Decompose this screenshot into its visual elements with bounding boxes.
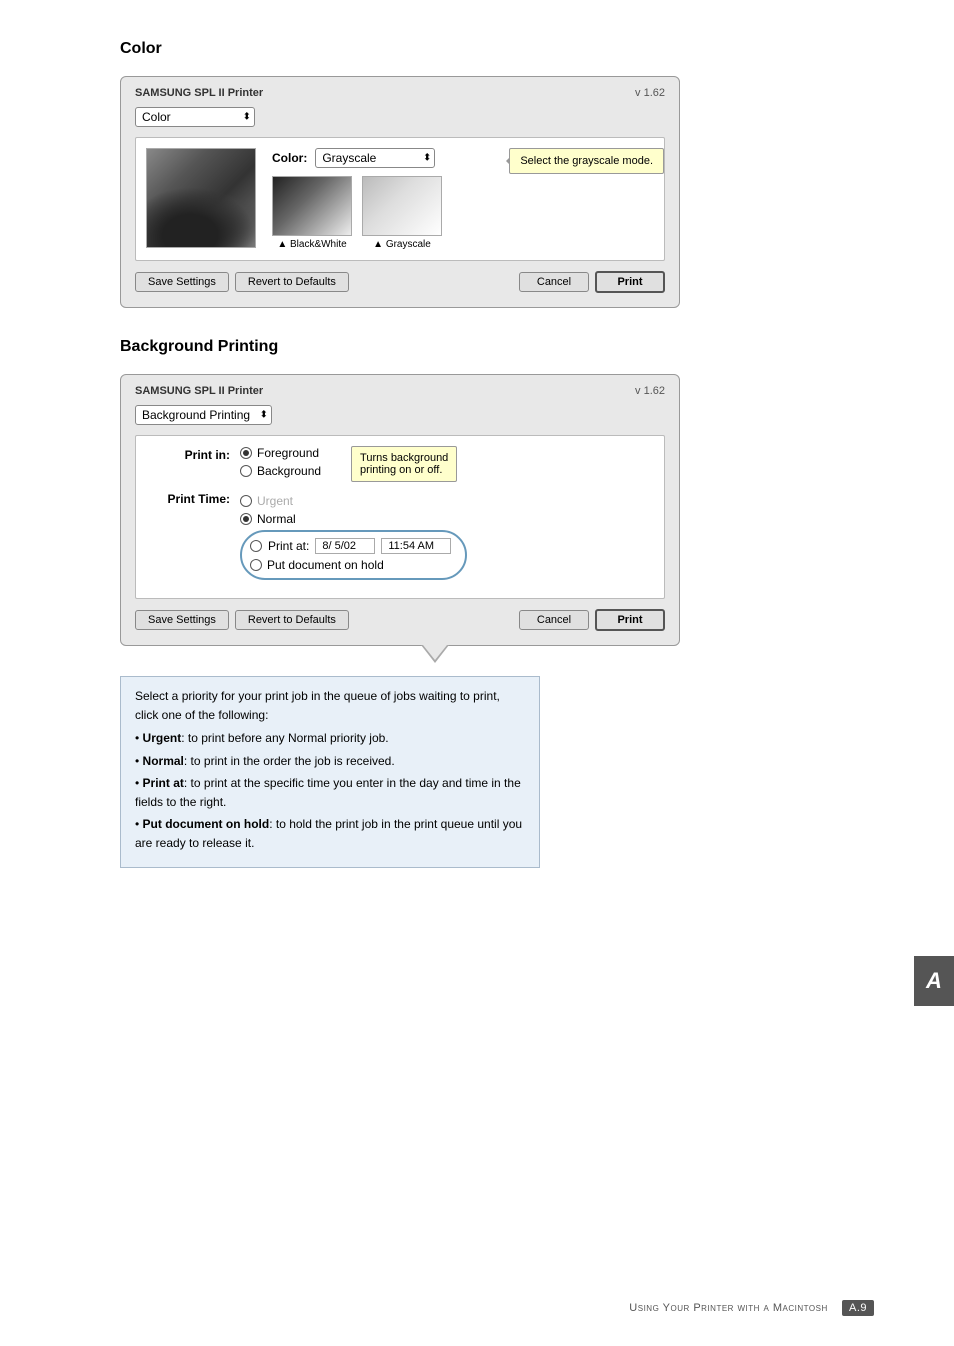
color-field-label: Color: xyxy=(272,151,307,165)
info-list: Urgent: to print before any Normal prior… xyxy=(135,729,525,853)
hold-label: Put document on hold xyxy=(267,558,384,572)
info-intro: Select a priority for your print job in … xyxy=(135,687,525,725)
color-dropdown[interactable]: Color xyxy=(135,107,255,127)
tooltip-arrow-down-inner xyxy=(423,645,447,660)
bw-image-container: ▲ Black&White xyxy=(272,176,352,250)
normal-label: Normal xyxy=(257,512,296,526)
grayscale-dropdown-wrapper[interactable]: Grayscale xyxy=(315,148,435,168)
color-dialog-header: SAMSUNG SPL II Printer v 1.62 xyxy=(135,87,665,99)
footer-text: Using Your Printer with a Macintosh xyxy=(629,1302,827,1314)
bg-dropdown[interactable]: Background Printing xyxy=(135,405,272,425)
foreground-label: Foreground xyxy=(257,446,319,460)
background-option[interactable]: Background xyxy=(240,464,321,478)
bg-save-button[interactable]: Save Settings xyxy=(135,610,229,630)
color-dialog-version: v 1.62 xyxy=(635,87,665,99)
print-at-date-input[interactable] xyxy=(315,538,375,554)
print-at-label: Print at: xyxy=(268,539,309,553)
color-print-button[interactable]: Print xyxy=(595,271,665,293)
color-dialog-body: Color: Grayscale Select the grayscale mo… xyxy=(135,137,665,261)
grayscale-tooltip: Select the grayscale mode. xyxy=(509,148,664,174)
color-cancel-button[interactable]: Cancel xyxy=(519,272,589,292)
grayscale-preview-images: ▲ Black&White ▲ Grayscale xyxy=(272,176,654,250)
bw-preview xyxy=(272,176,352,236)
bg-dropdown-row: Background Printing xyxy=(135,405,665,425)
flower-preview xyxy=(147,149,255,247)
bg-revert-button[interactable]: Revert to Defaults xyxy=(235,610,349,630)
print-time-label: Print Time: xyxy=(150,490,230,506)
print-in-label: Print in: xyxy=(150,446,230,462)
urgent-option[interactable]: Urgent xyxy=(240,494,467,508)
color-save-button[interactable]: Save Settings xyxy=(135,272,229,292)
info-item-hold: Put document on hold: to hold the print … xyxy=(135,815,525,853)
color-options: Color: Grayscale Select the grayscale mo… xyxy=(272,148,654,250)
background-radio[interactable] xyxy=(240,465,252,477)
color-dialog-footer: Save Settings Revert to Defaults Cancel … xyxy=(135,271,665,293)
grayscale-dropdown[interactable]: Grayscale xyxy=(315,148,435,168)
color-dropdown-wrapper[interactable]: Color xyxy=(135,107,255,127)
gray-label: ▲ Grayscale xyxy=(362,239,442,250)
page-footer: Using Your Printer with a Macintosh A.9 xyxy=(629,1300,874,1316)
bg-printing-section: Background Printing SAMSUNG SPL II Print… xyxy=(120,338,874,868)
print-at-time-input[interactable] xyxy=(381,538,451,554)
print-time-row: Print Time: Urgent Normal xyxy=(150,490,650,580)
side-tab-a: A xyxy=(914,956,954,1006)
info-item-normal: Normal: to print in the order the job is… xyxy=(135,752,525,771)
page-number: A.9 xyxy=(842,1300,874,1316)
print-at-option[interactable]: Print at: xyxy=(250,538,451,554)
normal-radio[interactable] xyxy=(240,513,252,525)
normal-option[interactable]: Normal xyxy=(240,512,467,526)
urgent-radio[interactable] xyxy=(240,495,252,507)
bg-print-button[interactable]: Print xyxy=(595,609,665,631)
bg-cancel-button[interactable]: Cancel xyxy=(519,610,589,630)
hold-option[interactable]: Put document on hold xyxy=(250,558,451,572)
bg-heading: Background Printing xyxy=(120,338,874,356)
bg-dialog-body: Print in: Foreground Background xyxy=(135,435,665,599)
bg-dropdown-wrapper[interactable]: Background Printing xyxy=(135,405,272,425)
print-in-row: Print in: Foreground Background xyxy=(150,446,650,482)
background-label: Background xyxy=(257,464,321,478)
color-revert-button[interactable]: Revert to Defaults xyxy=(235,272,349,292)
hold-radio[interactable] xyxy=(250,559,262,571)
color-dropdown-row: Color xyxy=(135,107,665,127)
print-time-section: Urgent Normal Print at: xyxy=(240,494,467,580)
print-at-oval: Print at: Put document on hold xyxy=(240,530,467,580)
color-preview-image xyxy=(146,148,256,248)
bg-dialog-version: v 1.62 xyxy=(635,385,665,397)
foreground-radio[interactable] xyxy=(240,447,252,459)
urgent-label: Urgent xyxy=(257,494,293,508)
color-heading: Color xyxy=(120,40,874,58)
gray-image-container: ▲ Grayscale xyxy=(362,176,442,250)
color-dialog-title: SAMSUNG SPL II Printer xyxy=(135,87,263,99)
bg-tooltip: Turns background printing on or off. xyxy=(351,446,457,482)
bg-dialog-title: SAMSUNG SPL II Printer xyxy=(135,385,263,397)
print-in-options: Foreground Background xyxy=(240,446,321,478)
bg-tooltip-container: Turns background printing on or off. xyxy=(351,446,457,482)
gray-preview xyxy=(362,176,442,236)
bg-dialog-header: SAMSUNG SPL II Printer v 1.62 xyxy=(135,385,665,397)
bg-dialog: SAMSUNG SPL II Printer v 1.62 Background… xyxy=(120,374,680,646)
color-section: Color SAMSUNG SPL II Printer v 1.62 Colo… xyxy=(120,40,874,308)
page-num-badge: A.9 xyxy=(842,1300,874,1316)
foreground-option[interactable]: Foreground xyxy=(240,446,321,460)
info-item-urgent: Urgent: to print before any Normal prior… xyxy=(135,729,525,748)
bg-dialog-footer: Save Settings Revert to Defaults Cancel … xyxy=(135,609,665,631)
info-box: Select a priority for your print job in … xyxy=(120,676,540,868)
print-at-radio[interactable] xyxy=(250,540,262,552)
bw-label: ▲ Black&White xyxy=(272,239,352,250)
info-item-print-at: Print at: to print at the specific time … xyxy=(135,774,525,812)
color-dialog: SAMSUNG SPL II Printer v 1.62 Color Colo… xyxy=(120,76,680,308)
